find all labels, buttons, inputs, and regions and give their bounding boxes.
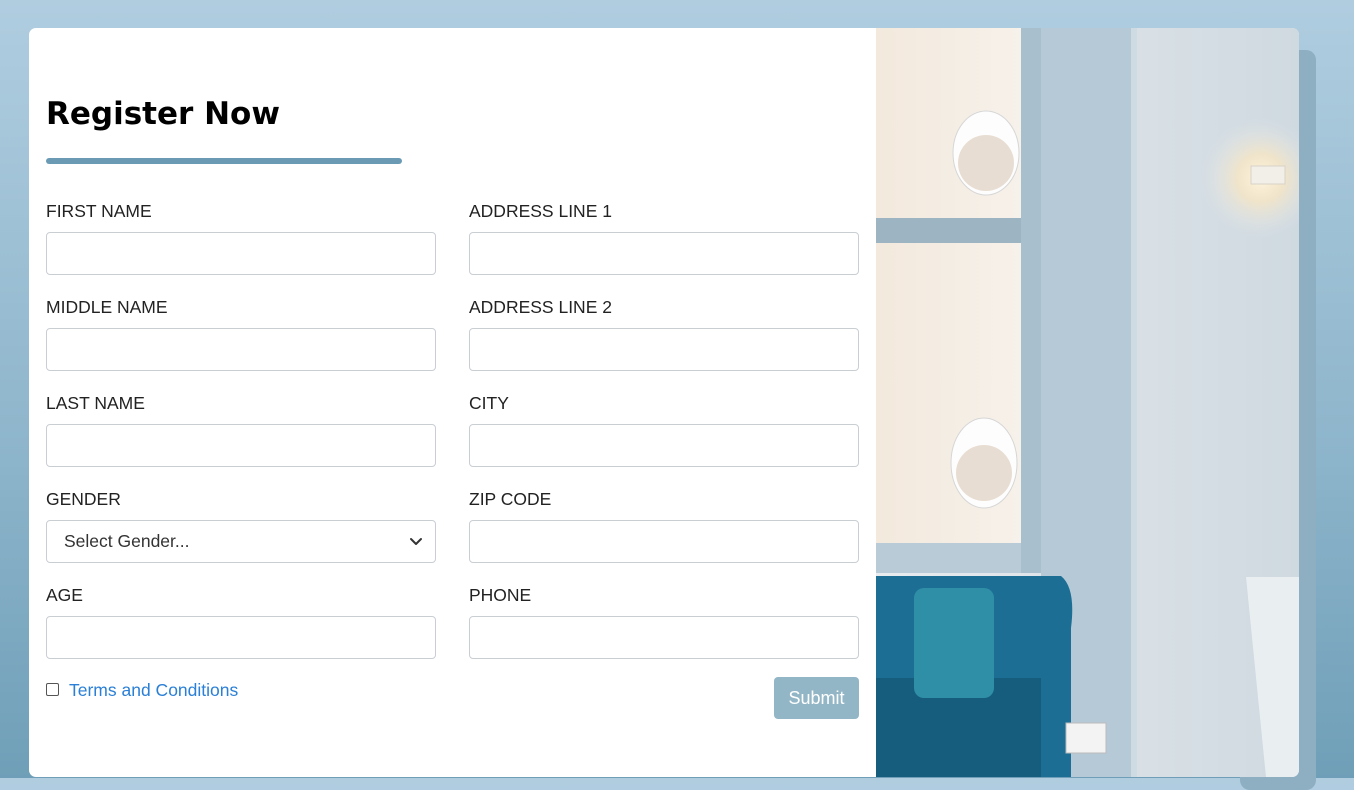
first-name-field: FIRST NAME bbox=[46, 200, 436, 275]
age-label: AGE bbox=[46, 585, 83, 605]
terms-checkbox[interactable] bbox=[46, 683, 59, 696]
address-line-1-label: ADDRESS LINE 1 bbox=[469, 201, 612, 221]
address-line-2-field: ADDRESS LINE 2 bbox=[469, 296, 859, 371]
phone-field: PHONE bbox=[469, 584, 859, 659]
chevron-down-icon bbox=[409, 535, 423, 549]
gender-select[interactable]: Select Gender... bbox=[46, 520, 436, 563]
age-field: AGE bbox=[46, 584, 436, 659]
age-input[interactable] bbox=[46, 616, 436, 659]
title-underline bbox=[46, 158, 402, 164]
city-input[interactable] bbox=[469, 424, 859, 467]
phone-input[interactable] bbox=[469, 616, 859, 659]
address-line-2-label: ADDRESS LINE 2 bbox=[469, 297, 612, 317]
address-line-1-field: ADDRESS LINE 1 bbox=[469, 200, 859, 275]
last-name-input[interactable] bbox=[46, 424, 436, 467]
terms-row: Terms and Conditions bbox=[46, 680, 238, 701]
city-label: CITY bbox=[469, 393, 509, 413]
gender-select-value: Select Gender... bbox=[64, 531, 190, 551]
submit-button[interactable]: Submit bbox=[774, 677, 859, 719]
zip-code-input[interactable] bbox=[469, 520, 859, 563]
page-title: Register Now bbox=[46, 96, 280, 132]
register-card: Register Now FIRST NAME MIDDLE NAME LAST… bbox=[29, 28, 1299, 777]
middle-name-label: MIDDLE NAME bbox=[46, 297, 168, 317]
last-name-label: LAST NAME bbox=[46, 393, 145, 413]
phone-label: PHONE bbox=[469, 585, 532, 605]
last-name-field: LAST NAME bbox=[46, 392, 436, 467]
terms-link[interactable]: Terms and Conditions bbox=[69, 680, 238, 701]
register-form: Register Now FIRST NAME MIDDLE NAME LAST… bbox=[29, 28, 876, 777]
room-photo bbox=[876, 28, 1299, 777]
address-line-1-input[interactable] bbox=[469, 232, 859, 275]
zip-code-field: ZIP CODE bbox=[469, 488, 859, 563]
middle-name-input[interactable] bbox=[46, 328, 436, 371]
middle-name-field: MIDDLE NAME bbox=[46, 296, 436, 371]
zip-code-label: ZIP CODE bbox=[469, 489, 552, 509]
gender-field: GENDER Select Gender... bbox=[46, 488, 436, 563]
gender-label: GENDER bbox=[46, 489, 121, 509]
first-name-input[interactable] bbox=[46, 232, 436, 275]
address-line-2-input[interactable] bbox=[469, 328, 859, 371]
first-name-label: FIRST NAME bbox=[46, 201, 152, 221]
city-field: CITY bbox=[469, 392, 859, 467]
